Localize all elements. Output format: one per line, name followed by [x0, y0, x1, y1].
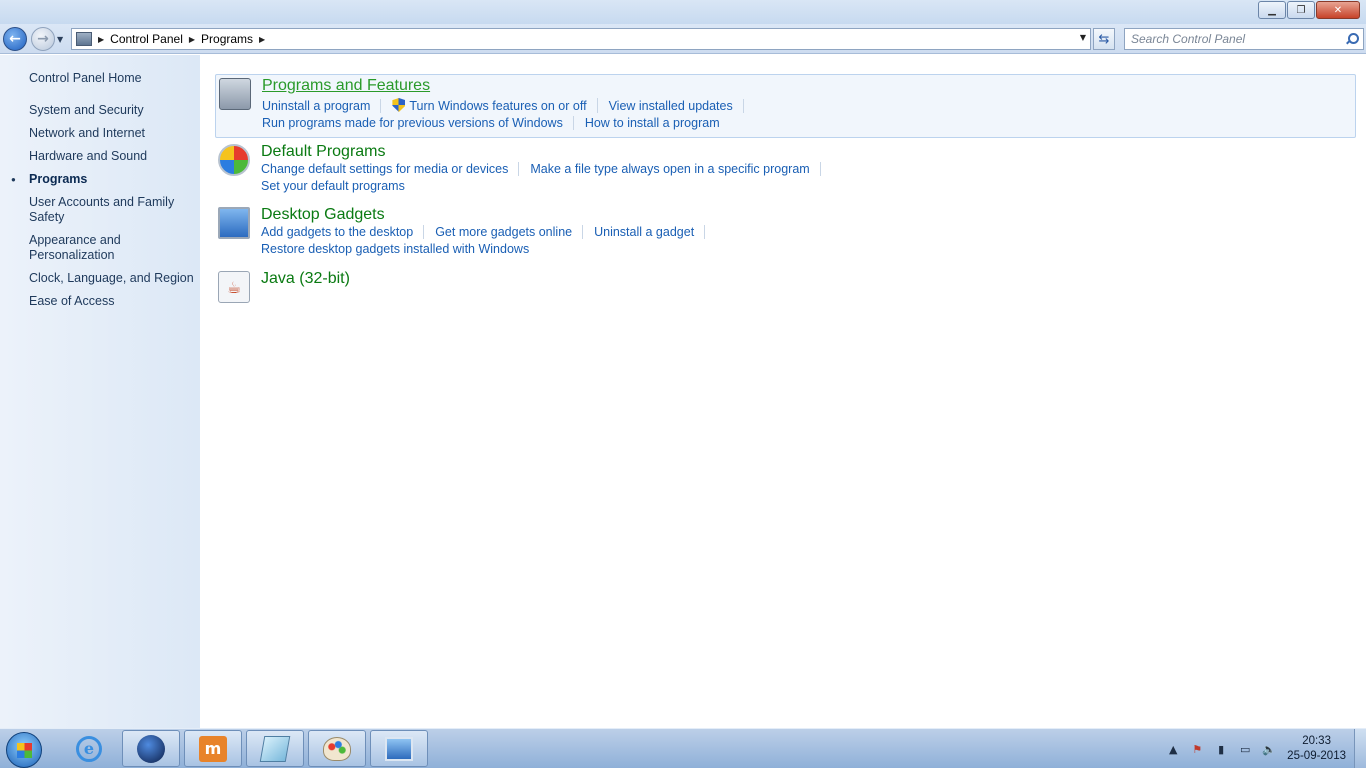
breadcrumb-separator-icon[interactable]: ▶: [98, 35, 104, 44]
link-compatibility[interactable]: Run programs made for previous versions …: [262, 116, 574, 130]
control-panel-icon: [76, 32, 92, 46]
start-button[interactable]: [6, 732, 42, 768]
link-installed-updates[interactable]: View installed updates: [609, 98, 744, 113]
breadcrumb-separator-icon[interactable]: ▶: [189, 35, 195, 44]
sidebar-item-hardware-sound[interactable]: Hardware and Sound: [29, 149, 194, 164]
link-windows-features-label: Turn Windows features on or off: [409, 99, 587, 113]
link-uninstall-program[interactable]: Uninstall a program: [262, 98, 382, 113]
search-placeholder: Search Control Panel: [1131, 32, 1246, 46]
category-programs-features: Programs and Features Uninstall a progra…: [215, 74, 1356, 138]
link-restore-gadgets[interactable]: Restore desktop gadgets installed with W…: [261, 242, 539, 256]
link-file-association[interactable]: Make a file type always open in a specif…: [530, 162, 821, 176]
system-tray: ▲ ⚑ ▮ ▭ 🔈 20:33 25-09-2013: [1161, 729, 1366, 768]
globe-app-icon: [137, 734, 165, 763]
category-links: Add gadgets to the desktop Get more gadg…: [261, 225, 716, 239]
category-links: Run programs made for previous versions …: [262, 116, 741, 130]
back-button[interactable]: ←: [3, 27, 27, 51]
sidebar-list: System and Security Network and Internet…: [11, 103, 194, 317]
link-set-defaults[interactable]: Set your default programs: [261, 179, 415, 193]
show-hidden-icons-icon[interactable]: ▲: [1164, 741, 1182, 757]
title-bar: ▁ ❐ ✕: [0, 0, 1366, 24]
taskbar-ie[interactable]: e: [60, 730, 118, 767]
internet-explorer-icon: e: [76, 735, 102, 762]
category-default-programs: Default Programs Change default settings…: [215, 141, 1356, 197]
taskbar-notepad[interactable]: [246, 730, 304, 767]
minimize-button[interactable]: ▁: [1258, 1, 1286, 19]
category-links: Uninstall a program Turn Windows feature…: [262, 98, 755, 113]
volume-icon[interactable]: 🔈: [1260, 741, 1278, 757]
category-links: Restore desktop gadgets installed with W…: [261, 242, 550, 256]
breadcrumb-programs[interactable]: Programs: [201, 32, 253, 46]
search-icon[interactable]: [1345, 32, 1359, 46]
notepad-icon: [259, 735, 291, 762]
sidebar-item-network-internet[interactable]: Network and Internet: [29, 126, 194, 141]
clock[interactable]: 20:33 25-09-2013: [1287, 734, 1346, 764]
category-title[interactable]: Desktop Gadgets: [261, 206, 385, 224]
address-dropdown-icon[interactable]: ▼: [1080, 33, 1086, 42]
show-desktop-button[interactable]: [1354, 729, 1366, 768]
taskbar-paint[interactable]: [308, 730, 366, 767]
link-uninstall-gadget[interactable]: Uninstall a gadget: [594, 225, 706, 239]
taskbar-control-panel[interactable]: [370, 730, 428, 767]
sidebar-item-appearance[interactable]: Appearance and Personalization: [29, 233, 194, 263]
sidebar-item-programs[interactable]: Programs: [11, 172, 194, 187]
sidebar-item-clock-language-region[interactable]: Clock, Language, and Region: [29, 271, 194, 286]
programs-icon[interactable]: [219, 78, 251, 110]
network-icon[interactable]: ▭: [1236, 741, 1254, 757]
forward-button[interactable]: →: [31, 27, 55, 51]
category-desktop-gadgets: Desktop Gadgets Add gadgets to the deskt…: [215, 204, 1356, 260]
breadcrumb-separator-icon[interactable]: ▶: [259, 35, 265, 44]
category-title[interactable]: Programs and Features: [262, 77, 430, 95]
gadgets-icon[interactable]: [218, 207, 250, 239]
sidebar-item-ease-of-access[interactable]: Ease of Access: [29, 294, 194, 309]
taskbar: e m ▲ ⚑ ▮ ▭ 🔈 20:33 25-09-2013: [0, 728, 1366, 768]
recent-pages-dropdown[interactable]: ▼: [57, 35, 63, 44]
navigation-bar: ← → ▼ ▶ Control Panel ▶ Programs ▶ ▼ ⇆ S…: [0, 24, 1366, 54]
default-programs-icon[interactable]: [218, 144, 250, 176]
search-input[interactable]: Search Control Panel: [1124, 28, 1364, 50]
shield-icon: [392, 98, 406, 112]
battery-icon[interactable]: ▮: [1212, 741, 1230, 757]
sidebar-item-user-accounts[interactable]: User Accounts and Family Safety: [29, 195, 194, 225]
link-windows-features[interactable]: Turn Windows features on or off: [392, 98, 598, 113]
sidebar: Control Panel Home System and Security N…: [0, 55, 200, 728]
clock-date: 25-09-2013: [1287, 750, 1346, 762]
paint-icon: [323, 736, 351, 761]
action-center-icon[interactable]: ⚑: [1188, 741, 1206, 757]
breadcrumb-control-panel[interactable]: Control Panel: [110, 32, 183, 46]
main-content: Programs and Features Uninstall a progra…: [200, 55, 1366, 728]
category-links: Set your default programs: [261, 179, 426, 193]
category-links: Change default settings for media or dev…: [261, 162, 832, 176]
sidebar-item-system-security[interactable]: System and Security: [29, 103, 194, 118]
address-bar[interactable]: ▶ Control Panel ▶ Programs ▶ ▼: [71, 28, 1091, 50]
link-how-to-install[interactable]: How to install a program: [585, 116, 730, 130]
link-autoplay-settings[interactable]: Change default settings for media or dev…: [261, 162, 520, 176]
link-add-gadgets[interactable]: Add gadgets to the desktop: [261, 225, 425, 239]
refresh-button[interactable]: ⇆: [1093, 28, 1115, 50]
category-title[interactable]: Java (32-bit): [261, 270, 350, 288]
java-icon[interactable]: ☕: [218, 271, 250, 303]
category-java: ☕ Java (32-bit): [215, 268, 1356, 304]
control-panel-icon: [385, 736, 413, 761]
clock-time: 20:33: [1302, 735, 1331, 747]
category-title[interactable]: Default Programs: [261, 143, 386, 161]
taskbar-globe-app[interactable]: [122, 730, 180, 767]
close-button[interactable]: ✕: [1316, 1, 1360, 19]
window-controls: ▁ ❐ ✕: [1257, 1, 1360, 19]
taskbar-m-app[interactable]: m: [184, 730, 242, 767]
link-more-gadgets[interactable]: Get more gadgets online: [435, 225, 584, 239]
m-app-icon: m: [199, 735, 227, 762]
maximize-button[interactable]: ❐: [1287, 1, 1315, 19]
sidebar-item-control-panel-home[interactable]: Control Panel Home: [29, 71, 142, 85]
